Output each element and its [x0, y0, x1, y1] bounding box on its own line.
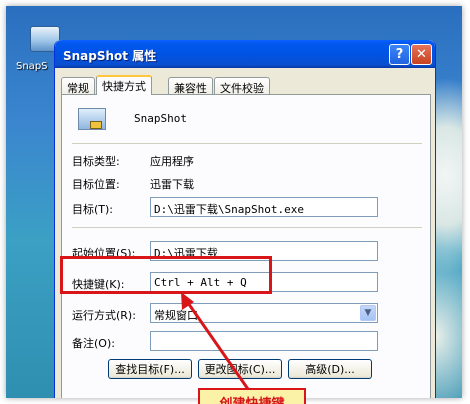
help-button[interactable]: ?	[389, 44, 410, 65]
target-field[interactable]: D:\迅雷下载\SnapShot.exe	[150, 197, 378, 217]
target-label: 目标(T):	[72, 203, 114, 216]
comment-field[interactable]	[150, 331, 378, 351]
tab-general[interactable]: 常规	[61, 77, 95, 95]
app-name: SnapShot	[134, 112, 187, 125]
find-target-button[interactable]: 查找目标(F)...	[108, 359, 192, 379]
title-bar[interactable]: SnapShot 属性 ? ✕	[55, 40, 435, 68]
advanced-button[interactable]: 高级(D)...	[288, 359, 372, 379]
shortcut-panel: SnapShot 目标类型: 应用程序 目标位置: 迅雷下载 目标(T): D:…	[61, 94, 431, 398]
change-icon-button[interactable]: 更改图标(C)...	[198, 359, 282, 379]
run-select-value: 常规窗口	[154, 309, 198, 322]
properties-window: SnapShot 属性 ? ✕ 常规 快捷方式 兼容性 文件校验 SnapSho…	[54, 40, 436, 398]
divider	[72, 227, 422, 228]
window-title: SnapShot 属性	[63, 49, 157, 63]
run-label: 运行方式(R):	[72, 309, 136, 322]
chevron-down-icon[interactable]: ▼	[360, 305, 376, 321]
comment-label: 备注(O):	[72, 337, 115, 350]
target-type-value: 应用程序	[150, 155, 194, 168]
highlight-box	[60, 256, 272, 294]
tab-compatibility[interactable]: 兼容性	[168, 77, 213, 95]
target-location-label: 目标位置:	[72, 178, 120, 191]
tab-shortcut[interactable]: 快捷方式	[96, 75, 152, 95]
close-button[interactable]: ✕	[411, 44, 432, 65]
tab-file-checksum[interactable]: 文件校验	[214, 77, 270, 95]
app-icon	[78, 108, 106, 130]
desktop-icon-label[interactable]: SnapS	[16, 61, 48, 72]
run-select[interactable]: 常规窗口 ▼	[150, 303, 378, 323]
target-location-value: 迅雷下载	[150, 178, 194, 191]
divider	[72, 143, 422, 144]
screenshot-frame: SnapS SnapShot 属性 ? ✕ 常规 快捷方式 兼容性 文件校验 S…	[6, 6, 462, 398]
annotation-callout: 创建快捷键	[198, 388, 306, 404]
target-type-label: 目标类型:	[72, 155, 120, 168]
